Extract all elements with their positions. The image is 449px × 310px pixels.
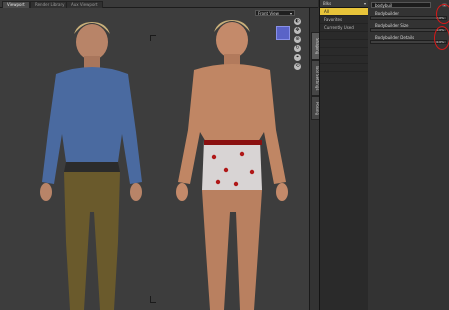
3d-viewport[interactable]: Front View ▾ ◐ ✥ ⊕ ↻ ⌖ ⟲ [0, 8, 309, 310]
category-item[interactable] [320, 56, 368, 64]
clothed-figure[interactable] [18, 12, 168, 310]
viewport-tab-bar: Viewport Render Library Aux Viewport [0, 0, 318, 8]
annotation-circle-top [436, 4, 449, 24]
category-item-favorites[interactable]: Favorites [320, 16, 368, 24]
category-header[interactable]: Blks ▾ [320, 0, 368, 8]
tab-render-library[interactable]: Render Library [30, 1, 70, 8]
tab-viewport[interactable]: Viewport [2, 1, 30, 8]
parameters-panel: bodybuil × Bodybuilder 0.0% Bodybuilder … [368, 0, 449, 310]
category-item-currently-used[interactable]: Currently Used [320, 24, 368, 32]
base-figure[interactable] [160, 12, 309, 310]
category-item[interactable] [320, 48, 368, 56]
chevron-down-icon: ▾ [363, 1, 366, 6]
category-item[interactable] [320, 40, 368, 48]
category-item[interactable] [320, 64, 368, 72]
annotation-circle-bottom [434, 26, 449, 50]
category-panel: Blks ▾ All Favorites Currently Used [319, 0, 368, 310]
parameter-search-input[interactable]: bodybuil [371, 2, 431, 8]
zoom-icon[interactable]: ⊕ [294, 36, 301, 43]
tab-aux-viewport[interactable]: Aux Viewport [66, 1, 103, 8]
category-header-label: Blks [323, 1, 332, 6]
reset-icon[interactable]: ⟲ [294, 63, 301, 70]
pan-icon[interactable]: ✥ [294, 27, 301, 34]
rotate-icon[interactable]: ↻ [294, 45, 301, 52]
category-item[interactable] [320, 32, 368, 40]
frame-icon[interactable]: ⌖ [294, 54, 301, 61]
category-item-all[interactable]: All [320, 8, 368, 16]
view-cube[interactable] [276, 26, 290, 40]
orbit-icon[interactable]: ◐ [294, 18, 301, 25]
